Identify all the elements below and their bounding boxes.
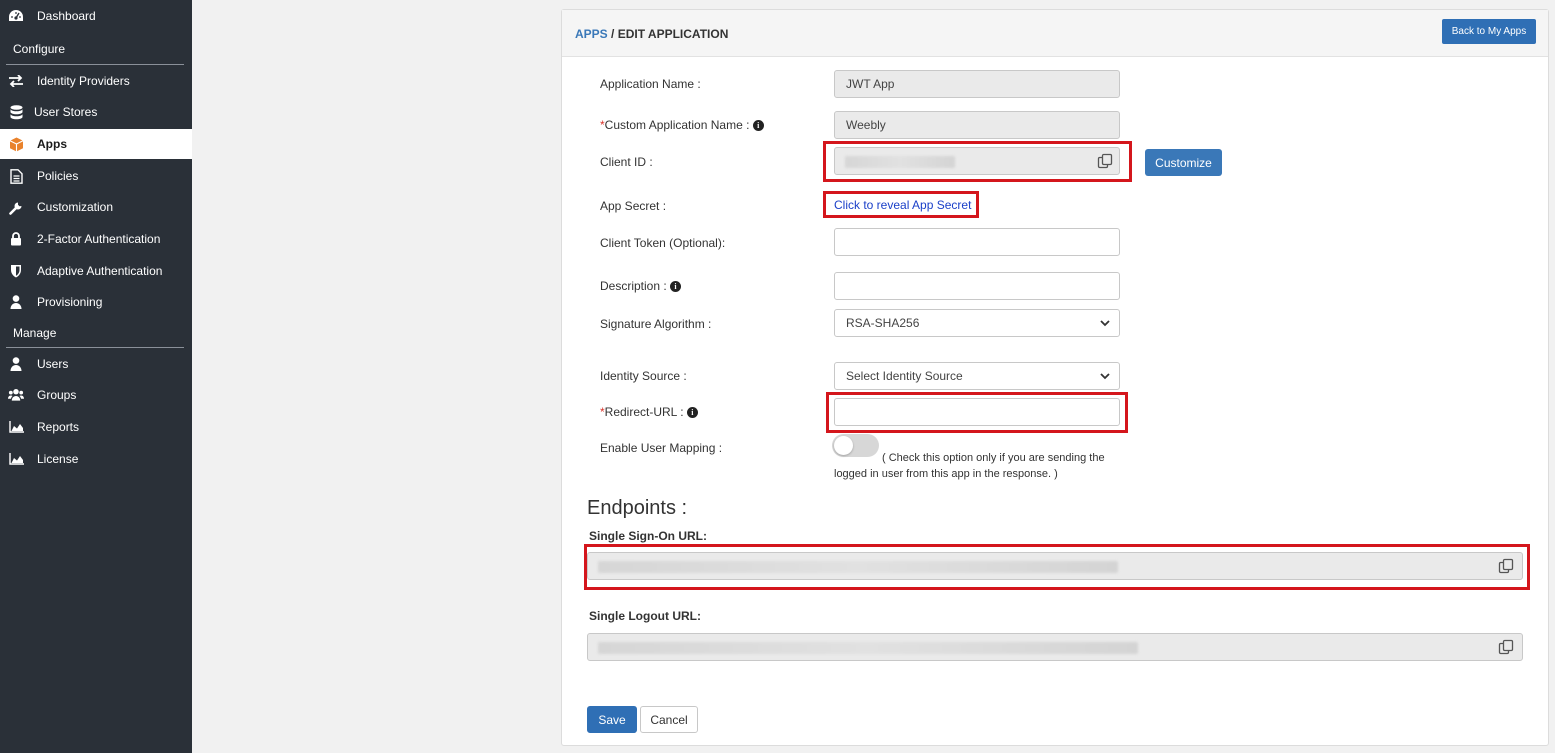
redirect-url-label-text: Redirect-URL : [604,405,687,419]
user-mapping-label: Enable User Mapping : [600,441,723,455]
highlight-box [584,544,1530,590]
exchange-icon [8,73,24,89]
sidebar-item-label: Customization [37,200,114,214]
sidebar-item-identity-providers[interactable]: Identity Providers [0,66,192,96]
breadcrumb-apps-link[interactable]: APPS [575,27,608,41]
user-mapping-note: ( Check this option only if you are send… [834,452,1105,480]
endpoints-heading: Endpoints : [587,497,688,519]
identity-source-value: Select Identity Source [846,369,963,383]
sidebar-divider [6,64,184,65]
back-to-my-apps-button[interactable]: Back to My Apps [1442,19,1536,44]
area-chart-icon [8,451,24,467]
sidebar-item-adaptive-auth[interactable]: Adaptive Authentication [0,256,192,286]
custom-app-name-field[interactable] [834,111,1120,139]
sidebar-item-license[interactable]: License [0,444,192,474]
description-label-text: Description : [600,279,671,293]
slo-url-label: Single Logout URL: [589,609,701,623]
dashboard-icon [8,8,24,24]
app-secret-label: App Secret : [600,199,667,213]
sidebar-item-reports[interactable]: Reports [0,412,192,442]
shield-icon [8,263,24,279]
client-token-label: Client Token (Optional): [600,236,726,250]
page-title: EDIT APPLICATION [617,27,729,41]
sidebar-item-provisioning[interactable]: Provisioning [0,287,192,317]
panel-header: APPS / EDIT APPLICATION Back to My Apps [562,10,1548,57]
sidebar-item-groups[interactable]: Groups [0,380,192,410]
custom-app-name-label: *Custom Application Name : i [600,118,764,132]
wrench-icon [8,199,24,215]
sidebar-item-label: License [37,452,79,466]
chevron-down-icon [1100,320,1110,327]
sidebar-section-configure: Configure [13,42,66,56]
sidebar-item-label: Reports [37,420,80,434]
user-icon [8,356,24,372]
info-icon[interactable]: i [686,407,698,418]
info-icon[interactable]: i [670,281,682,292]
sidebar-item-label: User Stores [34,105,98,119]
description-label: Description : i [600,279,682,293]
sidebar-item-dashboard[interactable]: Dashboard [0,1,192,31]
database-icon [8,104,24,120]
client-token-input[interactable] [834,228,1120,256]
edit-application-panel: APPS / EDIT APPLICATION Back to My Apps … [561,9,1549,746]
sidebar-item-label: Policies [37,169,79,183]
save-button[interactable]: Save [587,706,637,733]
app-name-label: Application Name : [600,77,701,91]
app-name-field[interactable] [834,70,1120,98]
sidebar-item-label: Identity Providers [37,74,130,88]
sidebar: Dashboard Configure Identity Providers U… [0,0,192,753]
users-icon [8,387,24,403]
sidebar-item-2fa[interactable]: 2-Factor Authentication [0,224,192,254]
signature-algorithm-label: Signature Algorithm : [600,317,712,331]
sidebar-item-label: Adaptive Authentication [37,264,163,278]
sidebar-item-label: 2-Factor Authentication [37,232,161,246]
sidebar-divider [6,347,184,348]
identity-source-select[interactable]: Select Identity Source [834,362,1120,390]
highlight-box [823,141,1132,182]
file-icon [8,168,24,184]
highlight-box [826,392,1128,433]
breadcrumb: APPS / EDIT APPLICATION [575,27,728,41]
copy-icon[interactable] [1498,639,1514,655]
cancel-button[interactable]: Cancel [640,706,698,733]
user-icon [8,294,24,310]
sidebar-item-label: Provisioning [37,295,103,309]
sidebar-section-manage: Manage [13,326,57,340]
sidebar-item-label: Apps [37,137,67,151]
customize-button[interactable]: Customize [1145,149,1222,176]
signature-algorithm-value: RSA-SHA256 [846,316,920,330]
sidebar-item-apps[interactable]: Apps [0,129,192,159]
cube-icon [8,136,24,152]
slo-url-field[interactable] [587,633,1523,661]
sidebar-item-user-stores[interactable]: User Stores [0,97,192,127]
sidebar-item-label: Users [37,357,69,371]
highlight-box [823,191,979,218]
redirect-url-label: *Redirect-URL : i [600,405,698,419]
signature-algorithm-select[interactable]: RSA-SHA256 [834,309,1120,337]
sidebar-item-label: Groups [37,388,77,402]
sso-url-label: Single Sign-On URL: [589,529,707,543]
chevron-down-icon [1100,373,1110,380]
sidebar-item-customization[interactable]: Customization [0,192,192,222]
breadcrumb-separator: / [607,27,618,41]
description-input[interactable] [834,272,1120,300]
area-chart-icon [8,419,24,435]
masked-value [598,642,1138,654]
custom-app-name-label-text: Custom Application Name : [604,118,753,132]
client-id-label: Client ID : [600,155,653,169]
sidebar-item-policies[interactable]: Policies [0,161,192,191]
sidebar-item-label: Dashboard [37,9,96,23]
info-icon[interactable]: i [752,120,764,131]
identity-source-label: Identity Source : [600,369,687,383]
sidebar-item-users[interactable]: Users [0,349,192,379]
lock-icon [8,231,24,247]
